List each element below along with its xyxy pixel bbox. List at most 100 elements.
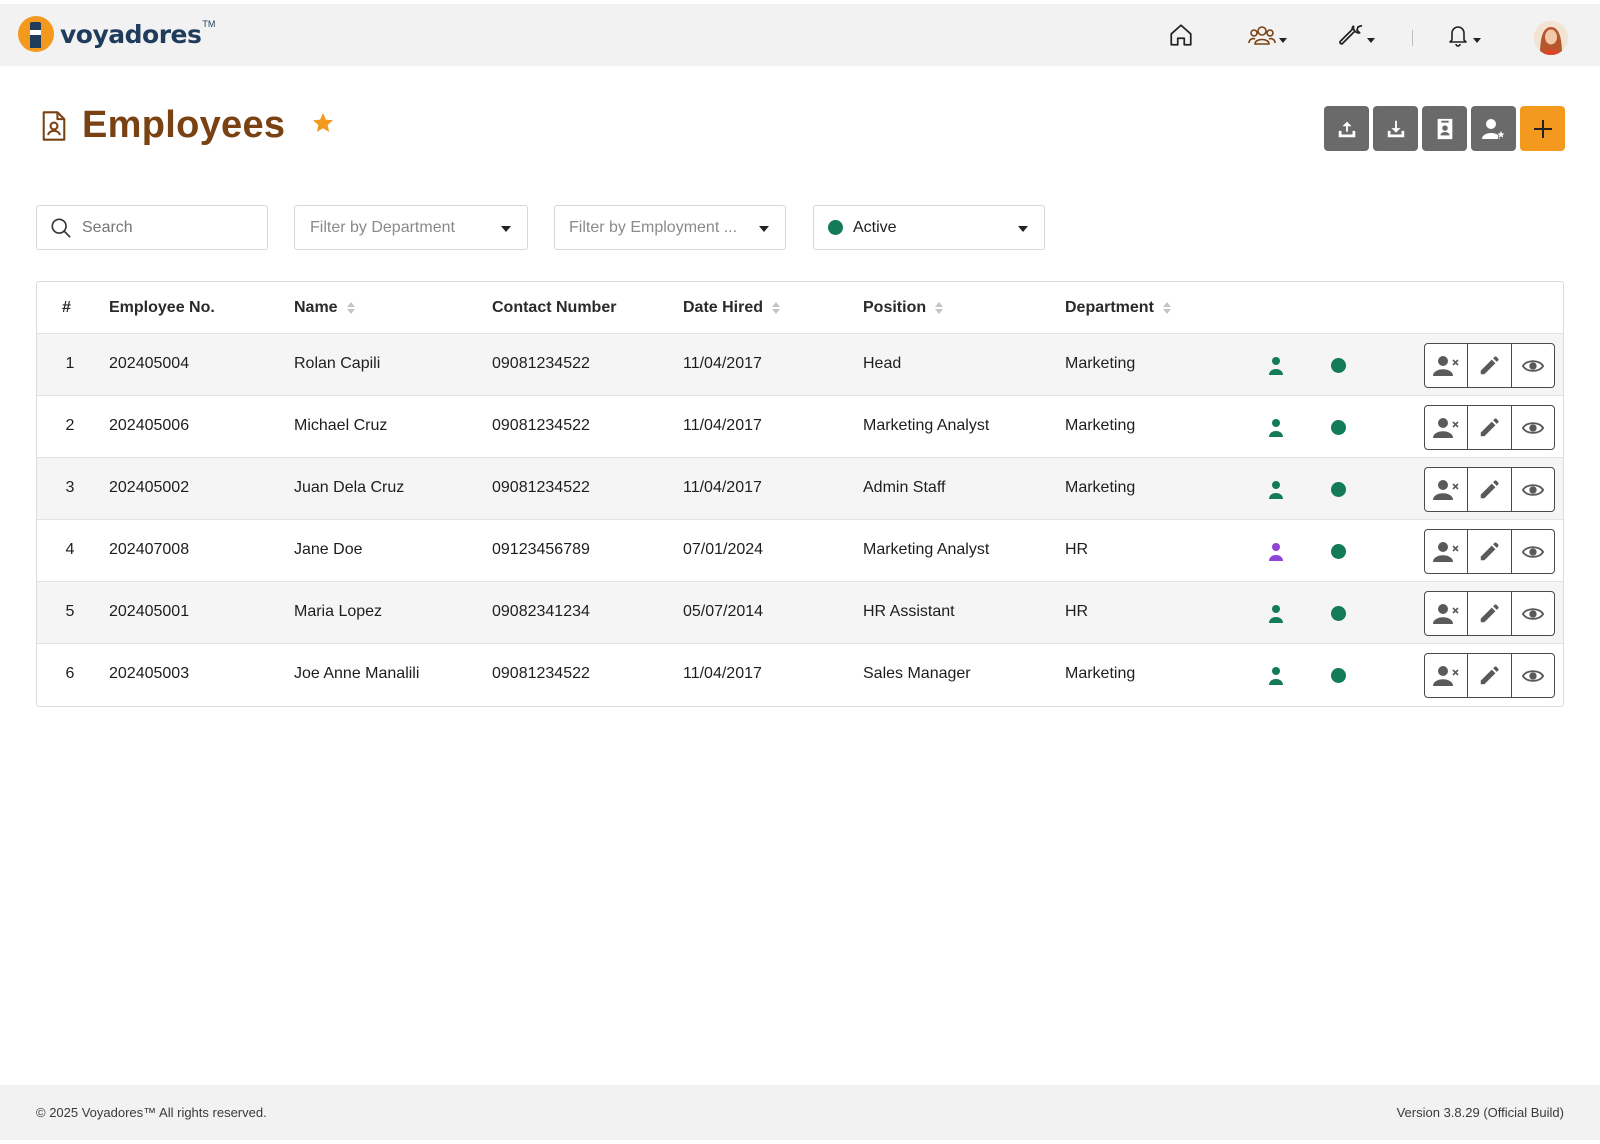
edit-button[interactable] [1468, 344, 1512, 387]
department: HR [1065, 541, 1089, 558]
edit-button[interactable] [1468, 592, 1512, 635]
app-logo[interactable]: voyadores TM [18, 16, 215, 52]
copyright-text: © 2025 Voyadores™ All rights reserved. [36, 1105, 267, 1120]
deactivate-button[interactable] [1425, 344, 1469, 387]
table-row[interactable]: 1 202405004 Rolan Capili 09081234522 11/04/2… [37, 334, 1563, 396]
edit-button[interactable] [1468, 406, 1512, 449]
wrench-icon [1339, 24, 1363, 45]
table-row[interactable]: 6 202405003 Joe Anne Manalili 09081234522 11… [37, 644, 1563, 706]
top-navbar: voyadores TM [0, 4, 1600, 66]
row-actions [1424, 529, 1555, 574]
employee-settings-button[interactable] [1471, 106, 1516, 151]
view-button[interactable] [1512, 654, 1554, 697]
row-index: 3 [65, 479, 75, 496]
eye-icon [1521, 483, 1544, 496]
active-status-dot [1331, 544, 1346, 559]
department-filter-select[interactable]: Filter by Department [294, 205, 528, 250]
person-icon [1268, 604, 1284, 629]
position: HR Assistant [863, 603, 955, 620]
header-department[interactable]: Department [1065, 299, 1172, 317]
import-button[interactable] [1373, 106, 1418, 151]
deactivate-button[interactable] [1425, 654, 1469, 697]
table-row[interactable]: 4 202407008 Jane Doe 09123456789 07/01/2024 M… [37, 520, 1563, 582]
nav-notifications-menu[interactable] [1446, 18, 1481, 52]
active-status-dot [1331, 668, 1346, 683]
export-button[interactable] [1324, 106, 1369, 151]
sort-icon[interactable] [935, 302, 944, 314]
employee-document-icon [42, 110, 66, 141]
nav-people-menu[interactable] [1248, 18, 1287, 52]
app-name: voyadores [60, 19, 202, 49]
row-index: 2 [65, 417, 75, 434]
row-actions [1424, 591, 1555, 636]
user-avatar[interactable] [1534, 21, 1568, 55]
header-name[interactable]: Name [294, 299, 356, 317]
pencil-icon [1481, 355, 1500, 374]
footer: © 2025 Voyadores™ All rights reserved. V… [0, 1085, 1600, 1140]
chevron-down-icon [1279, 37, 1287, 43]
row-index: 5 [65, 603, 75, 620]
chevron-down-icon [759, 226, 769, 232]
contact-number: 09081234522 [492, 665, 590, 682]
position: Head [863, 355, 902, 372]
view-button[interactable] [1512, 468, 1554, 511]
date-hired: 11/04/2017 [683, 479, 762, 496]
view-button[interactable] [1512, 530, 1554, 573]
employee-number: 202405001 [109, 603, 190, 620]
deactivate-button[interactable] [1425, 406, 1469, 449]
position: Sales Manager [863, 665, 971, 682]
deactivate-button[interactable] [1425, 530, 1469, 573]
header-position[interactable]: Position [863, 299, 944, 317]
sort-icon[interactable] [1162, 302, 1172, 314]
table-row[interactable]: 5 202405001 Maria Lopez 09082341234 05/07/20… [37, 582, 1563, 644]
view-button[interactable] [1512, 592, 1554, 635]
nav-tools-menu[interactable] [1338, 18, 1375, 52]
deactivate-button[interactable] [1425, 592, 1469, 635]
sort-icon[interactable] [772, 302, 781, 314]
table-row[interactable]: 3 202405002 Juan Dela Cruz 09081234522 11/04… [37, 458, 1563, 520]
status-filter-select[interactable]: Active [813, 205, 1045, 250]
contact-number: 09082341234 [492, 603, 590, 620]
department: Marketing [1065, 417, 1136, 434]
bell-icon [1449, 26, 1467, 47]
header-employee-no: Employee No. [109, 299, 215, 316]
header-date-hired[interactable]: Date Hired [683, 299, 781, 317]
edit-button[interactable] [1468, 468, 1512, 511]
sort-icon[interactable] [346, 302, 356, 314]
edit-button[interactable] [1468, 530, 1512, 573]
download-icon [1387, 120, 1404, 137]
add-employee-button[interactable] [1520, 106, 1565, 151]
table-row[interactable]: 2 202405006 Michael Cruz 09081234522 11/04/2… [37, 396, 1563, 458]
contact-number: 09081234522 [492, 417, 590, 434]
deactivate-button[interactable] [1425, 468, 1469, 511]
employee-name: Michael Cruz [294, 417, 388, 434]
remove-user-icon [1433, 355, 1459, 376]
user-star-icon [1481, 118, 1506, 139]
person-icon [1268, 666, 1284, 691]
search-field[interactable] [36, 205, 268, 250]
active-status-dot [1331, 606, 1346, 621]
pencil-icon [1481, 541, 1500, 560]
eye-icon [1521, 359, 1544, 372]
view-button[interactable] [1512, 344, 1554, 387]
date-hired: 07/01/2024 [683, 541, 764, 558]
search-input[interactable] [82, 218, 252, 237]
favorite-star-icon[interactable] [311, 111, 335, 140]
contact-number: 09081234522 [492, 355, 590, 372]
nav-home-button[interactable] [1168, 18, 1194, 52]
person-icon [1268, 480, 1284, 505]
chevron-down-icon [1473, 37, 1481, 43]
edit-button[interactable] [1468, 654, 1512, 697]
id-badge-icon [1437, 118, 1452, 139]
employment-filter-select[interactable]: Filter by Employment ... [554, 205, 786, 250]
view-button[interactable] [1512, 406, 1554, 449]
row-actions [1424, 405, 1555, 450]
pencil-icon [1481, 665, 1500, 684]
upload-icon [1338, 121, 1355, 137]
employee-name: Jane Doe [294, 541, 363, 558]
id-card-button[interactable] [1422, 106, 1467, 151]
remove-user-icon [1433, 541, 1459, 562]
home-icon [1170, 24, 1192, 46]
employee-name: Maria Lopez [294, 603, 383, 620]
pencil-icon [1481, 479, 1500, 498]
